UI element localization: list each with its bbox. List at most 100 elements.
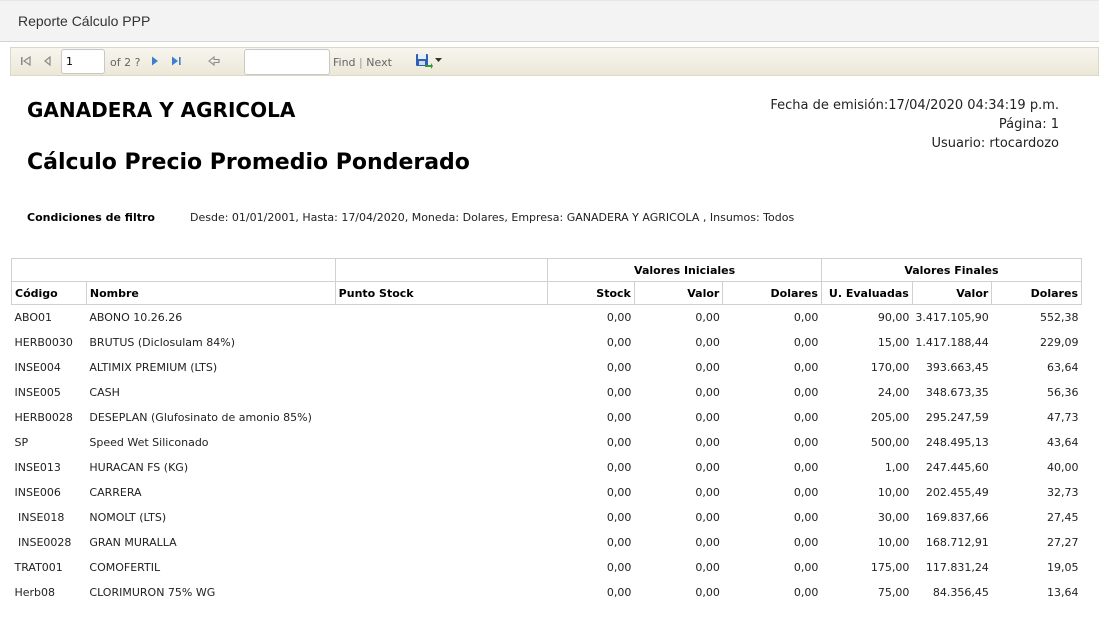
cell-dolares-final: 229,09 xyxy=(1040,335,1079,349)
cell-u-evaluadas: 30,00 xyxy=(877,510,910,524)
cell-valor-final: 117.831,24 xyxy=(925,560,989,574)
cell-dolares-inicial: 0,00 xyxy=(793,460,819,474)
cell-stock: 0,00 xyxy=(606,385,632,399)
next-link[interactable]: Next xyxy=(366,56,392,69)
cell-punto-stock xyxy=(335,580,548,605)
find-input[interactable] xyxy=(244,49,330,75)
cell-stock: 0,00 xyxy=(606,410,632,424)
cell-punto-stock xyxy=(335,530,548,555)
cell-valor-inicial: 0,00 xyxy=(695,485,720,499)
cell-valor-inicial: 0,00 xyxy=(695,535,720,549)
cell-stock: 0,00 xyxy=(606,510,632,524)
find-link[interactable]: Find xyxy=(333,56,356,69)
cell-valor-inicial: 0,00 xyxy=(695,560,720,574)
report-meta: Fecha de emisión:17/04/2020 04:34:19 p.m… xyxy=(770,96,1059,153)
column-header-row: Código Nombre Punto Stock Stock Valor Do… xyxy=(11,281,1082,305)
cell-valor-inicial: 0,00 xyxy=(695,385,720,399)
cell-punto-stock xyxy=(335,505,548,530)
cell-u-evaluadas: 1,00 xyxy=(884,460,910,474)
cell-stock: 0,00 xyxy=(606,485,632,499)
cell-nombre: BRUTUS (Diclosulam 84%) xyxy=(89,335,235,349)
cell-dolares-inicial: 0,00 xyxy=(793,510,819,524)
cell-valor-inicial: 0,00 xyxy=(695,435,720,449)
dropdown-arrow-icon[interactable] xyxy=(435,58,442,63)
cell-valor-final: 393.663,45 xyxy=(925,360,989,374)
cell-dolares-inicial: 0,00 xyxy=(793,560,819,574)
cell-valor-final: 202.455,49 xyxy=(925,485,989,499)
find-separator: | xyxy=(359,56,363,69)
cell-dolares-inicial: 0,00 xyxy=(793,385,819,399)
cell-codigo: HERB0028 xyxy=(14,410,73,424)
cell-dolares-final: 43,64 xyxy=(1047,435,1079,449)
table-row: TRAT001 COMOFERTIL 0,00 0,00 0,00 175,00 117.8… xyxy=(12,555,1082,580)
cell-u-evaluadas: 10,00 xyxy=(877,535,910,549)
cell-stock: 0,00 xyxy=(606,560,632,574)
cell-dolares-final: 27,45 xyxy=(1047,510,1079,524)
cell-codigo: INSE006 xyxy=(14,485,61,499)
cell-valor-inicial: 0,00 xyxy=(695,310,720,324)
col-header-stock: Stock xyxy=(547,281,635,305)
cell-nombre: DESEPLAN (Glufosinato de amonio 85%) xyxy=(89,410,312,424)
cell-nombre: CLORIMURON 75% WG xyxy=(89,585,216,599)
col-header-dolares-final: Dolares xyxy=(991,281,1082,305)
cell-dolares-inicial: 0,00 xyxy=(793,535,819,549)
group-header-finales: Valores Finales xyxy=(820,258,1083,282)
cell-nombre: CARRERA xyxy=(89,485,142,499)
report-toolbar: of 2 ? Find | Next xyxy=(10,47,1099,76)
table-row: HERB0028 DESEPLAN (Glufosinato de amonio … xyxy=(12,405,1082,430)
cell-codigo: INSE005 xyxy=(14,385,61,399)
cell-nombre: ABONO 10.26.26 xyxy=(89,310,183,324)
export-save-icon[interactable] xyxy=(415,53,433,70)
company-name: GANADERA Y AGRICOLA xyxy=(27,98,296,122)
cell-stock: 0,00 xyxy=(606,310,632,324)
cell-valor-final: 168.712,91 xyxy=(925,535,989,549)
cell-u-evaluadas: 10,00 xyxy=(877,485,910,499)
table-body: ABO01 ABONO 10.26.26 0,00 0,00 0,00 90,00 3.41… xyxy=(12,305,1082,605)
first-page-icon[interactable] xyxy=(19,54,33,68)
group-header-iniciales: Valores Iniciales xyxy=(547,258,822,282)
last-page-icon[interactable] xyxy=(169,54,183,68)
cell-dolares-final: 63,64 xyxy=(1047,360,1079,374)
col-header-nombre: Nombre xyxy=(85,281,336,305)
filter-conditions: Desde: 01/01/2001, Hasta: 17/04/2020, Mo… xyxy=(190,211,795,224)
cell-valor-final: 3.417.105,90 xyxy=(915,310,989,324)
cell-nombre: ALTIMIX PREMIUM (LTS) xyxy=(89,360,218,374)
cell-codigo: ABO01 xyxy=(14,310,53,324)
next-page-icon[interactable] xyxy=(148,54,162,68)
cell-dolares-inicial: 0,00 xyxy=(793,485,819,499)
cell-valor-final: 247.445,60 xyxy=(925,460,989,474)
cell-codigo: TRAT001 xyxy=(14,560,63,574)
cell-codigo: SP xyxy=(14,435,29,449)
issue-date: Fecha de emisión:17/04/2020 04:34:19 p.m… xyxy=(770,98,1059,113)
cell-u-evaluadas: 75,00 xyxy=(877,585,910,599)
filter-label: Condiciones de filtro xyxy=(27,211,155,224)
table-row: HERB0030 BRUTUS (Diclosulam 84%) 0,00 0,00 0… xyxy=(12,330,1082,355)
cell-valor-final: 295.247,59 xyxy=(925,410,989,424)
cell-punto-stock xyxy=(335,455,548,480)
cell-valor-inicial: 0,00 xyxy=(695,360,720,374)
table-row: INSE006 CARRERA 0,00 0,00 0,00 10,00 202.455,4… xyxy=(12,480,1082,505)
col-header-u-evaluadas: U. Evaluadas xyxy=(820,281,913,305)
cell-codigo: HERB0030 xyxy=(14,335,73,349)
cell-valor-inicial: 0,00 xyxy=(695,410,720,424)
cell-dolares-final: 19,05 xyxy=(1047,560,1079,574)
cell-dolares-inicial: 0,00 xyxy=(793,585,819,599)
cell-stock: 0,00 xyxy=(606,335,632,349)
prev-page-icon[interactable] xyxy=(41,54,55,68)
col-header-codigo: Código xyxy=(11,281,87,305)
back-icon[interactable] xyxy=(207,54,221,68)
cell-stock: 0,00 xyxy=(606,360,632,374)
cell-stock: 0,00 xyxy=(606,460,632,474)
cell-u-evaluadas: 15,00 xyxy=(877,335,910,349)
cell-dolares-inicial: 0,00 xyxy=(793,360,819,374)
cell-dolares-final: 27,27 xyxy=(1047,535,1079,549)
table-row: INSE0028 GRAN MURALLA 0,00 0,00 0,00 10,00 168… xyxy=(12,530,1082,555)
page-number-input[interactable] xyxy=(61,49,105,74)
user-label: Usuario: rtocardozo xyxy=(931,136,1059,151)
col-header-valor-inicial: Valor xyxy=(633,281,724,305)
cell-nombre: CASH xyxy=(89,385,120,399)
cell-dolares-inicial: 0,00 xyxy=(793,435,819,449)
cell-dolares-final: 40,00 xyxy=(1047,460,1079,474)
page-count-label: of 2 ? xyxy=(110,56,141,69)
cell-punto-stock xyxy=(335,430,548,455)
